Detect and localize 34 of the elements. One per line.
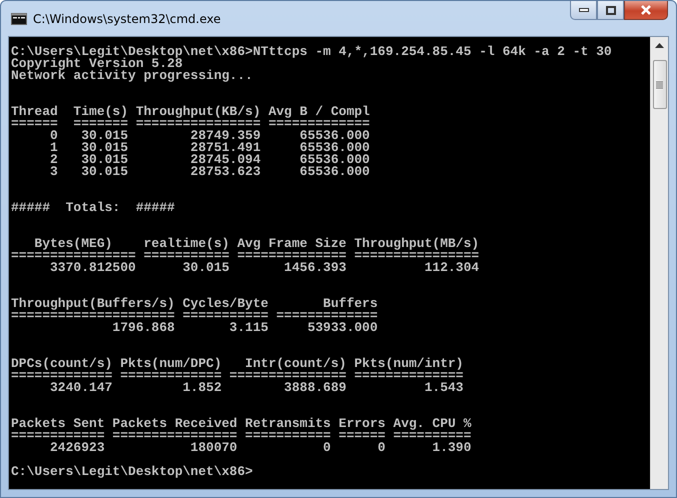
minimize-button[interactable]: [570, 1, 597, 20]
console-line: 3370.812500 30.015 1456.393 112.304: [49, 262, 480, 274]
scrollbar-thumb[interactable]: [652, 60, 666, 109]
console-line: C:\Users\Legit\Desktop\net\x86>NTttcps -m 4,*,169.254.85.45 -l 64k -a 2 -t 30: [11, 46, 612, 58]
console-line: 3240.147 1.852 3888.689 1.543: [49, 382, 464, 394]
console-line: Copyright Version 5.28: [11, 58, 183, 70]
console-icon: [11, 12, 27, 24]
console-line: 3 30.015 28753.623 65536.000: [49, 166, 370, 178]
console-line: Thread Time(s) Throughput(KB/s) Avg B / Compl: [11, 106, 370, 118]
console-line: 1796.868 3.115 53933.000: [111, 322, 378, 334]
console-line: DPCs(count/s) Pkts(num/DPC) Intr(count/s) Pkts(num/intr): [11, 358, 464, 370]
console-line: 2 30.015 28745.094 65536.000: [49, 154, 370, 166]
console-line: ===================== =========== =============: [11, 310, 378, 322]
maximize-icon: [606, 6, 616, 14]
console-line: 1 30.015 28751.491 65536.000: [49, 142, 370, 154]
scroll-up-icon[interactable]: [655, 43, 664, 48]
console-line: 2426923 180070 0 0 1.390: [49, 442, 472, 454]
vertical-scrollbar[interactable]: [650, 37, 668, 489]
console-line: ============ ================ =========== ====== ==========: [11, 430, 472, 442]
console-line: Bytes(MEG) realtime(s) Avg Frame Size Throughput(MB/s): [33, 238, 480, 250]
console-line: Throughput(Buffers/s) Cycles/Byte Buffers: [11, 298, 378, 310]
console-line: ##### Totals: #####: [11, 202, 175, 214]
console-line: 0 30.015 28749.359 65536.000: [49, 130, 370, 142]
console-line: ====== ======= ================ =============: [11, 118, 370, 130]
minimize-icon: [578, 8, 588, 12]
console-line: Packets Sent Packets Received Retransmits Errors Avg. CPU %: [11, 418, 472, 430]
console-line: ================ =========== ============== ================: [11, 250, 480, 262]
console-line: C:\Users\Legit\Desktop\net\x86>: [11, 466, 253, 478]
close-icon: [640, 5, 652, 15]
console-line: ============= ============= =============== ==============: [11, 370, 464, 382]
window-title: C:\Windows\system32\cmd.exe: [33, 12, 221, 26]
close-button[interactable]: [624, 1, 668, 20]
maximize-button[interactable]: [597, 1, 624, 20]
console-line: Network activity progressing...: [11, 70, 253, 82]
